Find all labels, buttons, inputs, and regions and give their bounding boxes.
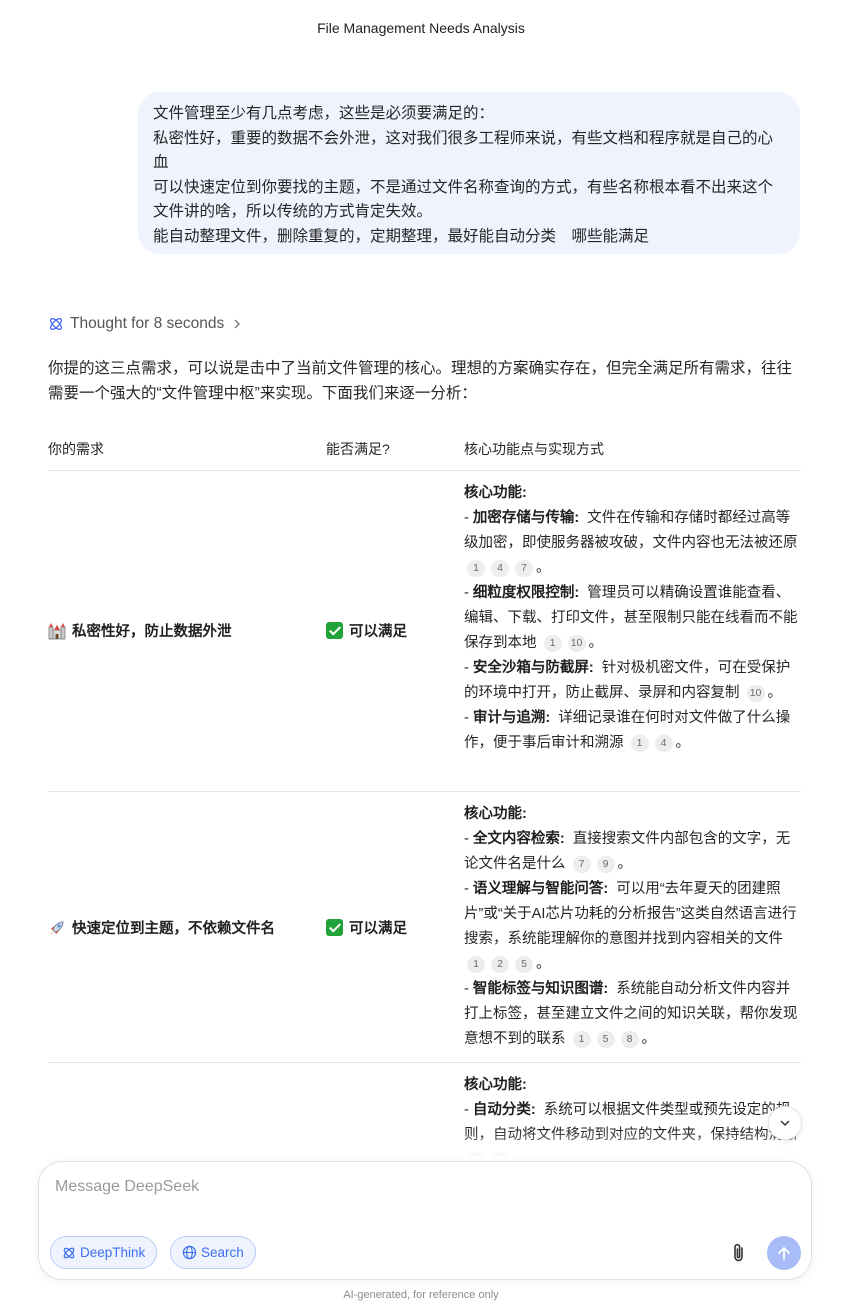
globe-icon [182, 1245, 197, 1260]
table-header: 你的需求 能否满足? 核心功能点与实现方式 [48, 434, 801, 471]
rocket-emoji-icon [50, 921, 64, 935]
citation-badge[interactable]: 1 [467, 560, 485, 577]
feature-title: 细粒度权限控制: [472, 585, 580, 601]
user-message-line: 可以快速定位到你要找的主题，不是通过文件名称查询的方式，有些名称根本看不出来这个… [153, 178, 774, 221]
arrow-up-icon [778, 1247, 790, 1260]
deepthink-atom-icon [49, 317, 63, 331]
table-row: 快速定位到主题，不依赖文件名 可以满足 核心功能: - 全文内容检索: 直接搜索… [48, 792, 801, 1063]
check-mark-icon [326, 622, 343, 639]
search-button[interactable]: Search [170, 1236, 256, 1269]
status-cell: 可以满足 [326, 917, 407, 938]
features-cell: 核心功能: - 加密存储与传输: 文件在传输和存储时都经过高等级加密，即使服务器… [464, 485, 798, 752]
feature-title: 自动分类: [472, 1102, 536, 1118]
header-need: 你的需求 [48, 441, 104, 457]
status-text: 可以满足 [349, 624, 407, 640]
feature-title: 加密存储与传输: [472, 510, 580, 526]
citation-badge[interactable]: 7 [572, 856, 591, 873]
citation-badge[interactable]: 7 [515, 560, 533, 577]
citation-badge[interactable]: 10 [567, 635, 586, 652]
need-text: 私密性好，防止数据外泄 [72, 624, 232, 640]
core-label: 核心功能: [464, 806, 527, 822]
message-composer: DeepThink Search [38, 1161, 812, 1280]
needs-table: 你的需求 能否满足? 核心功能点与实现方式 私密性好，防止数据外泄 可以满足 核… [48, 434, 801, 1156]
citation-badge[interactable]: 4 [654, 735, 673, 752]
core-label: 核心功能: [464, 485, 527, 501]
chevron-down-icon [780, 1120, 790, 1127]
header-features: 核心功能点与实现方式 [464, 441, 604, 457]
user-message-line: 文件管理至少有几点考虑，这些是必须要满足的： [153, 105, 495, 122]
top-bar: File Management Needs Analysis [0, 0, 842, 58]
citation-badge[interactable]: 10 [746, 685, 765, 702]
deepthink-atom-icon [63, 1247, 75, 1258]
chat-title: File Management Needs Analysis [317, 20, 525, 36]
feature-title: 全文内容检索: [472, 831, 565, 847]
citation-badge[interactable]: 1 [543, 635, 562, 652]
citation-badge[interactable]: 1 [630, 735, 649, 752]
ai-disclaimer: AI-generated, for reference only [343, 1289, 499, 1301]
citation-badge[interactable]: 2 [491, 956, 509, 973]
message-input[interactable] [55, 1178, 735, 1196]
deepthink-label: DeepThink [80, 1245, 146, 1260]
thought-toggle[interactable]: Thought for 8 seconds [48, 313, 242, 335]
user-message-line: 能自动整理文件，删除重复的，定期整理，最好能自动分类 哪些能满足 [153, 227, 650, 245]
feature-title: 语义理解与智能问答: [472, 881, 609, 897]
scroll-to-bottom-button[interactable] [768, 1106, 802, 1140]
user-message-bubble: 文件管理至少有几点考虑，这些是必须要满足的： 私密性好，重要的数据不会外泄，这对… [138, 92, 800, 254]
citation-badge[interactable]: 5 [515, 956, 533, 973]
status-cell: 可以满足 [326, 620, 407, 641]
feature-title: 审计与追溯: [472, 710, 551, 726]
castle-emoji-icon [48, 622, 66, 639]
citation-badge[interactable]: 1 [572, 1031, 591, 1048]
feature-title: 智能标签与知识图谱: [472, 981, 609, 997]
search-label: Search [201, 1245, 244, 1260]
citation-badge[interactable]: 9 [596, 856, 615, 873]
features-cell: 核心功能: - 全文内容检索: 直接搜索文件内部包含的文字，无论文件名是什么 7… [464, 806, 798, 1048]
need-text: 快速定位到主题，不依赖文件名 [72, 921, 275, 937]
citation-badge[interactable]: 5 [596, 1031, 615, 1048]
deepthink-button[interactable]: DeepThink [50, 1236, 158, 1269]
send-button[interactable] [767, 1236, 801, 1270]
need-cell: 快速定位到主题，不依赖文件名 [48, 917, 275, 938]
status-text: 可以满足 [349, 921, 407, 937]
user-message-line: 私密性好，重要的数据不会外泄，这对我们很多工程师来说，有些文档和程序就是自己的心… [153, 129, 774, 172]
paperclip-icon[interactable] [729, 1242, 749, 1264]
core-label: 核心功能: [464, 1077, 527, 1093]
chevron-right-icon [234, 319, 241, 329]
table-row: 私密性好，防止数据外泄 可以满足 核心功能: - 加密存储与传输: 文件在传输和… [48, 471, 801, 792]
thought-label: Thought for 8 seconds [70, 315, 225, 332]
citation-badge[interactable]: 1 [467, 956, 485, 973]
answer-intro: 你提的这三点需求，可以说是击中了当前文件管理的核心。理想的方案确实存在，但完全满… [48, 360, 793, 402]
check-mark-icon [326, 919, 343, 936]
citation-badge[interactable]: 4 [491, 560, 509, 577]
citation-badge[interactable]: 8 [620, 1031, 639, 1048]
header-status: 能否满足? [326, 441, 390, 457]
need-cell: 私密性好，防止数据外泄 [48, 620, 232, 641]
feature-title: 安全沙箱与防截屏: [472, 660, 594, 676]
